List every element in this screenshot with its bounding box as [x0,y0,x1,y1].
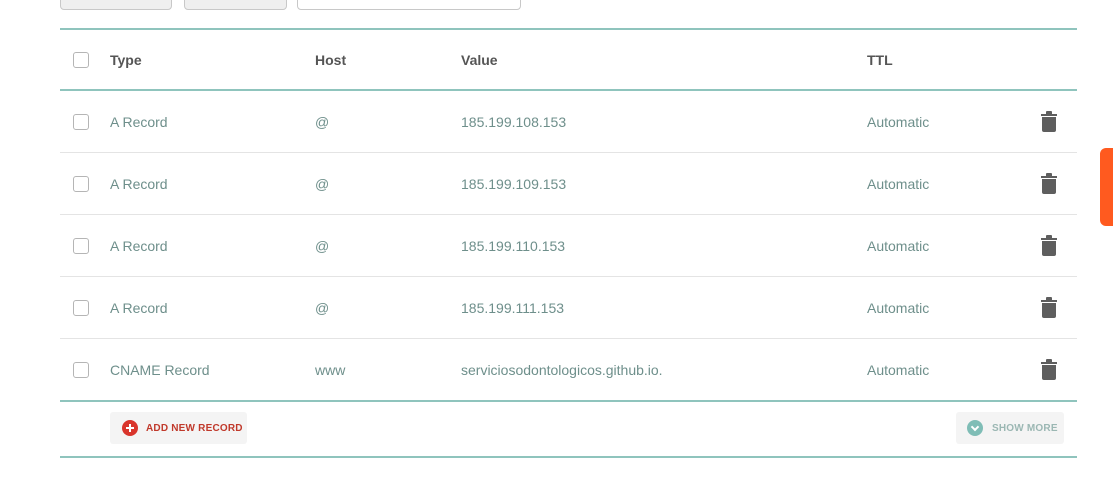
header-host: Host [315,51,347,68]
dns-records-table: Type Host Value TTL A Record @ 185.199.1… [60,28,1077,402]
table-header-row: Type Host Value TTL [60,30,1077,89]
trash-icon[interactable] [1041,172,1057,195]
show-more-button[interactable]: SHOW MORE [956,412,1064,444]
table-row: A Record @ 185.199.111.153 Automatic [60,277,1077,339]
plus-circle-icon [122,420,138,436]
record-value: 185.199.108.153 [461,113,567,130]
chevron-down-icon [967,420,983,436]
record-host: @ [315,113,330,130]
feedback-side-tab[interactable] [1100,148,1113,226]
record-value: 185.199.109.153 [461,175,567,192]
record-host: www [315,361,346,378]
record-type: CNAME Record [110,361,210,378]
header-type: Type [110,51,142,68]
select-all-checkbox[interactable] [73,51,89,68]
record-host: @ [315,299,330,316]
row-checkbox[interactable] [73,237,89,254]
table-row: A Record @ 185.199.109.153 Automatic [60,153,1077,215]
add-new-record-button[interactable]: ADD NEW RECORD [110,412,247,444]
row-checkbox[interactable] [73,175,89,192]
trash-icon[interactable] [1041,296,1057,319]
search-input[interactable] [297,0,521,10]
row-checkbox[interactable] [73,299,89,316]
record-ttl: Automatic [867,113,930,130]
show-more-label: SHOW MORE [992,422,1058,434]
header-ttl: TTL [867,51,893,68]
record-type: A Record [110,175,168,192]
row-checkbox[interactable] [73,113,89,130]
record-ttl: Automatic [867,175,930,192]
header-value: Value [461,51,498,68]
record-type: A Record [110,113,168,130]
table-footer: ADD NEW RECORD SHOW MORE [60,400,1077,456]
toolbar-button-2[interactable] [184,0,287,10]
record-type: A Record [110,237,168,254]
record-value: 185.199.111.153 [461,299,565,316]
trash-icon[interactable] [1041,110,1057,133]
record-ttl: Automatic [867,361,930,378]
trash-icon[interactable] [1041,358,1057,381]
table-row: A Record @ 185.199.108.153 Automatic [60,91,1077,153]
table-row: CNAME Record www serviciosodontologicos.… [60,339,1077,400]
toolbar-button-1[interactable] [60,0,172,10]
row-checkbox[interactable] [73,361,89,378]
record-value: serviciosodontologicos.github.io. [461,361,663,378]
record-ttl: Automatic [867,237,930,254]
record-type: A Record [110,299,168,316]
trash-icon[interactable] [1041,234,1057,257]
record-host: @ [315,175,330,192]
record-host: @ [315,237,330,254]
add-new-record-label: ADD NEW RECORD [146,422,243,434]
table-row: A Record @ 185.199.110.153 Automatic [60,215,1077,277]
record-ttl: Automatic [867,299,930,316]
footer-bottom-rule [60,456,1077,458]
record-value: 185.199.110.153 [461,237,566,254]
